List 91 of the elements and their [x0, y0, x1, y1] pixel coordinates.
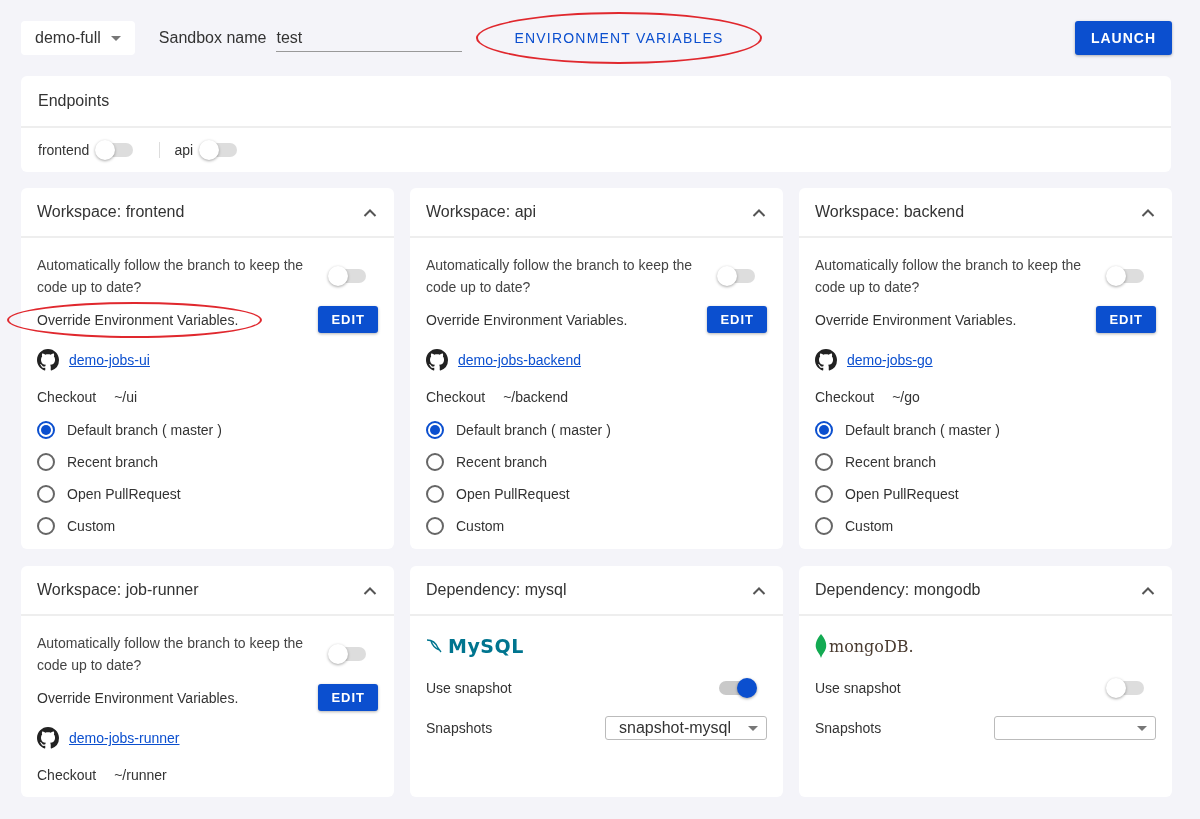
edit-button[interactable]: EDIT [707, 306, 767, 333]
radio-button[interactable] [426, 485, 444, 503]
radio-label: Open PullRequest [456, 486, 570, 502]
sandbox-dropdown[interactable]: demo-full [21, 21, 135, 55]
mongodb-logo-text: mongoDB. [829, 636, 914, 656]
edit-button[interactable]: EDIT [318, 684, 378, 711]
checkout-path: ~/runner [114, 767, 167, 783]
radio-label: Custom [845, 518, 894, 534]
follow-branch-toggle[interactable] [719, 269, 755, 283]
radio-label: Default branch ( master ) [845, 422, 1000, 438]
radio-label: Open PullRequest [67, 486, 181, 502]
snapshot-dropdown[interactable]: snapshot-mysql [605, 716, 767, 740]
endpoint-toggle[interactable] [201, 143, 238, 157]
radio-button[interactable] [37, 517, 55, 535]
card-title: Workspace: frontend [37, 203, 185, 221]
github-icon [815, 349, 837, 371]
chevron-up-icon[interactable] [363, 207, 377, 217]
radio-button[interactable] [815, 485, 833, 503]
repo-link[interactable]: demo-jobs-ui [69, 352, 150, 368]
checkout-path: ~/go [892, 389, 920, 405]
radio-label: Recent branch [845, 454, 937, 470]
radio-button[interactable] [815, 517, 833, 535]
chevron-up-icon[interactable] [752, 585, 766, 595]
endpoint-label: api [174, 142, 194, 158]
snapshot-toggle[interactable] [1108, 681, 1144, 695]
use-snapshot-label: Use snapshot [815, 680, 901, 696]
override-label: Override Environment Variables. [37, 689, 239, 706]
radio-button[interactable] [37, 421, 55, 439]
checkout-label: Checkout [815, 389, 875, 405]
environment-variables-button[interactable]: ENVIRONMENT VARIABLES [486, 22, 752, 54]
radio-label: Default branch ( master ) [67, 422, 222, 438]
checkout-label: Checkout [37, 389, 97, 405]
repo-link[interactable]: demo-jobs-backend [458, 352, 581, 368]
radio-label: Custom [67, 518, 116, 534]
chevron-up-icon[interactable] [1141, 207, 1155, 217]
radio-button[interactable] [37, 485, 55, 503]
radio-button[interactable] [815, 421, 833, 439]
launch-button[interactable]: LAUNCH [1074, 21, 1172, 55]
endpoints-title: Endpoints [38, 92, 110, 109]
radio-button[interactable] [37, 453, 55, 471]
snapshots-label: Snapshots [426, 720, 493, 736]
override-label: Override Environment Variables. [815, 311, 1017, 328]
checkout-path: ~/ui [114, 389, 138, 405]
card-title: Dependency: mongodb [815, 581, 981, 599]
radio-label: Recent branch [456, 454, 548, 470]
radio-label: Custom [456, 518, 505, 534]
sandbox-name-label: Sandbox name [158, 29, 267, 47]
leaf-icon [815, 634, 827, 658]
card-title: Dependency: mysql [426, 581, 567, 599]
mysql-logo-text: MySQL [448, 635, 524, 657]
repo-link[interactable]: demo-jobs-runner [69, 730, 180, 746]
follow-branch-label: Automatically follow the branch to keep the code up to date? [426, 256, 694, 297]
radio-button[interactable] [426, 421, 444, 439]
github-icon [426, 349, 448, 371]
endpoint-toggle[interactable] [97, 143, 134, 157]
radio-label: Default branch ( master ) [456, 422, 611, 438]
github-icon [37, 349, 59, 371]
caret-icon [1137, 725, 1147, 731]
follow-branch-label: Automatically follow the branch to keep the code up to date? [37, 256, 305, 297]
edit-button[interactable]: EDIT [1096, 306, 1156, 333]
chevron-up-icon[interactable] [1141, 585, 1155, 595]
snapshot-toggle[interactable] [719, 681, 755, 695]
card-title: Workspace: job-runner [37, 581, 199, 599]
override-label: Override Environment Variables. [37, 311, 239, 328]
edit-button[interactable]: EDIT [318, 306, 378, 333]
caret-icon [110, 35, 121, 41]
caret-icon [748, 725, 758, 731]
card-title: Workspace: api [426, 203, 536, 221]
checkout-label: Checkout [426, 389, 486, 405]
follow-branch-toggle[interactable] [1108, 269, 1144, 283]
repo-link[interactable]: demo-jobs-go [847, 352, 933, 368]
checkout-path: ~/backend [503, 389, 569, 405]
github-icon [37, 727, 59, 749]
radio-button[interactable] [815, 453, 833, 471]
checkout-label: Checkout [37, 767, 97, 783]
radio-label: Recent branch [67, 454, 159, 470]
radio-button[interactable] [426, 517, 444, 535]
sandbox-name-field[interactable]: test [276, 24, 463, 52]
follow-branch-label: Automatically follow the branch to keep the code up to date? [37, 634, 305, 675]
chevron-up-icon[interactable] [363, 585, 377, 595]
follow-branch-label: Automatically follow the branch to keep the code up to date? [815, 256, 1083, 297]
radio-label: Open PullRequest [845, 486, 959, 502]
override-label: Override Environment Variables. [426, 311, 628, 328]
card-title: Workspace: backend [815, 203, 965, 221]
endpoint-label: frontend [38, 142, 90, 158]
use-snapshot-label: Use snapshot [426, 680, 512, 696]
follow-branch-toggle[interactable] [330, 647, 366, 661]
follow-branch-toggle[interactable] [330, 269, 366, 283]
chevron-up-icon[interactable] [752, 207, 766, 217]
snapshots-label: Snapshots [815, 720, 882, 736]
radio-button[interactable] [426, 453, 444, 471]
